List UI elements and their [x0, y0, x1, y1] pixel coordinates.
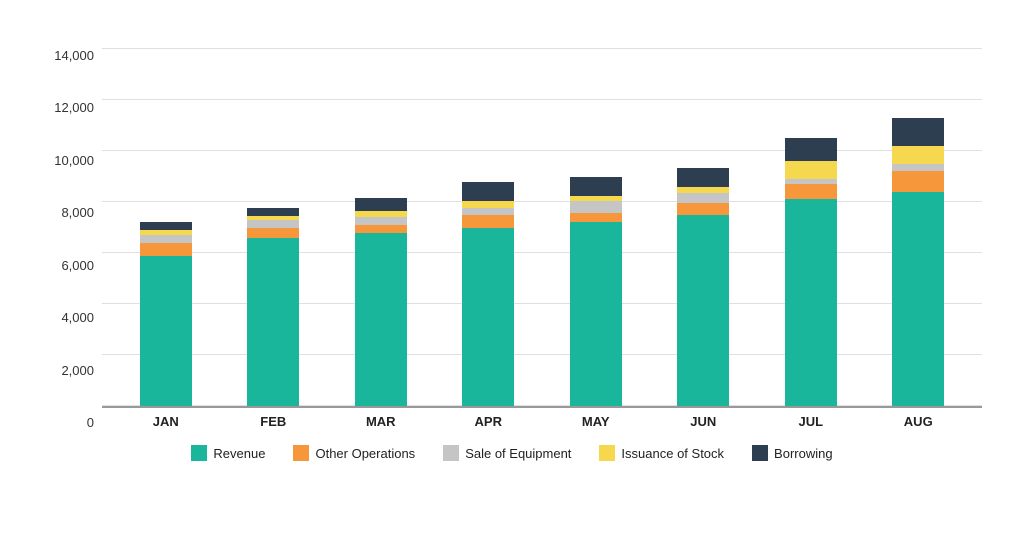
legend-color-issuanceOfStock	[599, 445, 615, 461]
y-axis-label: 6,000	[42, 259, 102, 272]
bar-segment-revenue	[892, 192, 944, 406]
legend-item: Revenue	[191, 445, 265, 461]
bar-segment-otherOperations	[892, 171, 944, 191]
bar-segment-otherOperations	[247, 228, 299, 238]
bar-segment-saleOfEquipment	[355, 217, 407, 225]
legend-color-otherOperations	[293, 445, 309, 461]
x-axis-label: MAY	[542, 408, 650, 429]
legend: Revenue Other Operations Sale of Equipment…	[42, 445, 982, 461]
bar-stack	[355, 198, 407, 406]
y-axis-label: 14,000	[42, 49, 102, 62]
x-axis-label: JUN	[650, 408, 758, 429]
bar-segment-otherOperations	[140, 243, 192, 256]
bar-group	[650, 49, 758, 406]
legend-label: Other Operations	[315, 446, 415, 461]
bar-segment-borrowing	[892, 118, 944, 146]
bar-segment-borrowing	[570, 177, 622, 196]
y-axis-label: 12,000	[42, 101, 102, 114]
bar-segment-borrowing	[247, 208, 299, 216]
chart-container: 02,0004,0006,0008,00010,00012,00014,000 …	[22, 11, 1002, 541]
x-labels: JANFEBMARAPRMAYJUNJULAUG	[102, 408, 982, 429]
bars-area	[102, 49, 982, 408]
bar-segment-saleOfEquipment	[140, 235, 192, 243]
bar-segment-revenue	[355, 233, 407, 406]
bar-segment-saleOfEquipment	[247, 220, 299, 228]
y-axis: 0 2,000 4,000 6,000 8,000 10,000 12,000 14,000	[42, 49, 102, 429]
bar-segment-revenue	[785, 199, 837, 406]
bar-segment-revenue	[677, 215, 729, 406]
y-axis-label: 2,000	[42, 364, 102, 377]
bar-group	[757, 49, 865, 406]
bar-segment-borrowing	[677, 168, 729, 187]
x-axis-label: JAN	[112, 408, 220, 429]
bar-group	[865, 49, 973, 406]
bar-segment-borrowing	[140, 222, 192, 230]
y-axis-label: 0	[42, 416, 102, 429]
bar-group	[435, 49, 543, 406]
chart-area: 02,0004,0006,0008,00010,00012,00014,000 …	[42, 49, 982, 429]
legend-label: Sale of Equipment	[465, 446, 571, 461]
legend-item: Borrowing	[752, 445, 833, 461]
legend-color-revenue	[191, 445, 207, 461]
bar-stack	[462, 182, 514, 406]
bar-segment-revenue	[570, 222, 622, 406]
x-axis-label: AUG	[865, 408, 973, 429]
bar-group	[542, 49, 650, 406]
x-axis-label: MAR	[327, 408, 435, 429]
bar-segment-issuanceOfStock	[892, 146, 944, 164]
bar-group	[220, 49, 328, 406]
bar-segment-otherOperations	[355, 225, 407, 233]
bar-stack	[785, 138, 837, 406]
bar-segment-issuanceOfStock	[785, 161, 837, 179]
legend-color-saleOfEquipment	[443, 445, 459, 461]
bar-stack	[677, 168, 729, 406]
bar-segment-borrowing	[355, 198, 407, 211]
y-axis-label: 4,000	[42, 311, 102, 324]
legend-color-borrowing	[752, 445, 768, 461]
bar-segment-otherOperations	[462, 215, 514, 228]
legend-item: Sale of Equipment	[443, 445, 571, 461]
bar-segment-revenue	[140, 256, 192, 406]
bar-stack	[247, 208, 299, 406]
bar-group	[112, 49, 220, 406]
x-axis-label: APR	[435, 408, 543, 429]
legend-label: Issuance of Stock	[621, 446, 724, 461]
legend-label: Borrowing	[774, 446, 833, 461]
legend-label: Revenue	[213, 446, 265, 461]
bar-stack	[892, 118, 944, 406]
bar-segment-otherOperations	[570, 213, 622, 222]
bar-segment-otherOperations	[677, 203, 729, 214]
bar-segment-issuanceOfStock	[462, 201, 514, 209]
y-axis-label: 8,000	[42, 206, 102, 219]
bar-segment-borrowing	[785, 138, 837, 161]
bar-segment-otherOperations	[785, 184, 837, 199]
bar-segment-saleOfEquipment	[892, 164, 944, 172]
bar-segment-saleOfEquipment	[570, 201, 622, 214]
legend-item: Other Operations	[293, 445, 415, 461]
bar-segment-borrowing	[462, 182, 514, 201]
bar-stack	[570, 177, 622, 407]
y-axis-label: 10,000	[42, 154, 102, 167]
bar-segment-revenue	[247, 238, 299, 406]
legend-item: Issuance of Stock	[599, 445, 724, 461]
bar-stack	[140, 222, 192, 406]
x-axis-label: FEB	[220, 408, 328, 429]
chart-body: JANFEBMARAPRMAYJUNJULAUG	[102, 49, 982, 429]
bar-group	[327, 49, 435, 406]
bar-segment-revenue	[462, 228, 514, 406]
x-axis-label: JUL	[757, 408, 865, 429]
bar-segment-saleOfEquipment	[677, 193, 729, 203]
